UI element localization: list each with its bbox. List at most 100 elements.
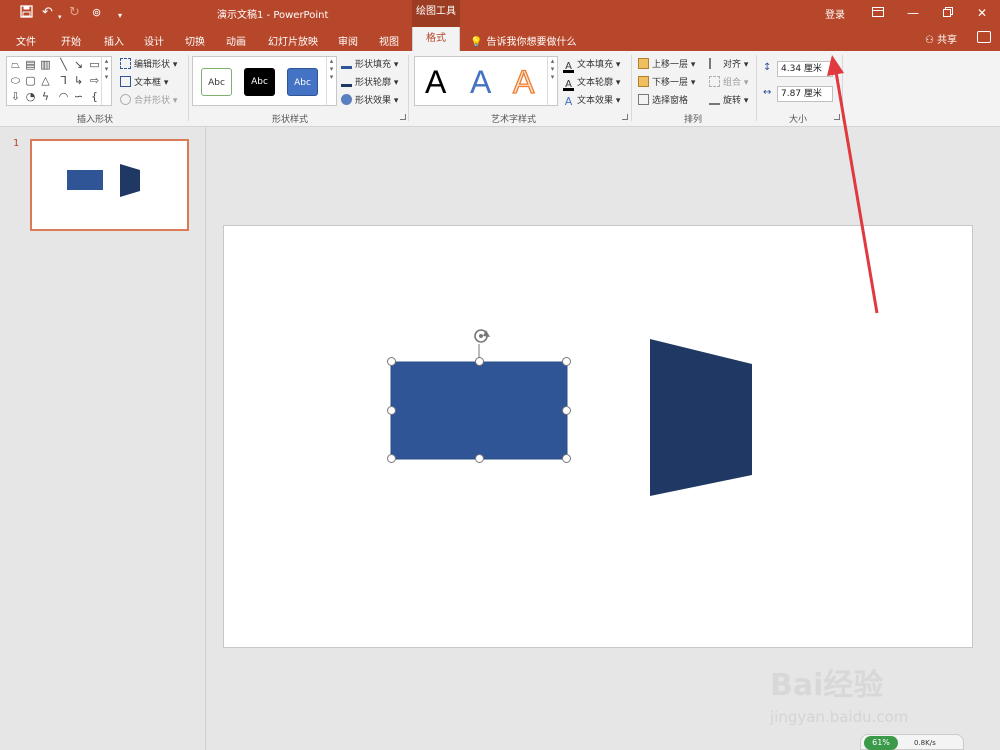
rounded-rectangle-shape-icon[interactable]: ▢: [24, 74, 37, 87]
tab-design[interactable]: 设计: [144, 33, 164, 48]
title-bar: ↶ ▾ ↻ ⊚ ▾ 演示文稿1 - PowerPoint 绘图工具 登录 — ✕: [0, 0, 1000, 27]
drawing-tools-label: 绘图工具: [412, 0, 460, 27]
merge-shapes-icon: [120, 94, 131, 105]
shape-fill-button[interactable]: 形状填充 ▾: [341, 57, 398, 70]
resize-handle-bottom[interactable]: [475, 454, 484, 463]
tab-format[interactable]: 格式: [412, 27, 460, 52]
shape-style-preset-2[interactable]: Abc: [244, 68, 275, 96]
shape-style-preset-3[interactable]: Abc: [287, 68, 318, 96]
slide-thumbnail[interactable]: [30, 139, 189, 231]
bring-forward-button[interactable]: 上移一层 ▾: [638, 57, 695, 70]
wordart-preset-black[interactable]: A: [425, 62, 446, 102]
line-shape-icon[interactable]: ╲: [57, 58, 70, 71]
resize-handle-top[interactable]: [475, 357, 484, 366]
tab-slideshow[interactable]: 幻灯片放映: [268, 33, 318, 48]
slide-canvas[interactable]: [223, 225, 973, 648]
shape-style-preset-1[interactable]: Abc: [201, 68, 232, 96]
teardrop-shape-icon[interactable]: ◔: [24, 90, 37, 103]
shape-height-input[interactable]: 4.34 厘米: [777, 61, 833, 77]
elbow-connector-shape-icon[interactable]: ᒣ: [57, 74, 70, 87]
login-button[interactable]: 登录: [825, 6, 845, 21]
align-button[interactable]: 对齐 ▾: [709, 57, 748, 70]
wordart-launcher-icon[interactable]: [622, 114, 628, 120]
trapezoid-shape[interactable]: [650, 339, 752, 496]
text-box-button[interactable]: 文本框 ▾: [120, 75, 168, 88]
wordart-styles-gallery[interactable]: A A A ▴ ▾ ▾: [414, 56, 558, 106]
shape-styles-gallery[interactable]: Abc Abc Abc ▴ ▾ ▾: [192, 56, 337, 106]
arrange-group-label: 排列: [684, 115, 703, 125]
selected-rectangle-shape[interactable]: [390, 361, 568, 460]
shape-styles-group-label: 形状样式: [272, 115, 309, 125]
textbox-shape-icon[interactable]: ▤: [24, 58, 37, 71]
edit-shape-button[interactable]: 编辑形状 ▾: [120, 57, 177, 70]
curve-shape-icon[interactable]: ∽: [72, 90, 85, 103]
lightbulb-icon: 💡: [470, 37, 483, 48]
resize-handle-left[interactable]: [387, 406, 396, 415]
size-launcher-icon[interactable]: [834, 114, 840, 120]
wordart-preset-orange[interactable]: A: [512, 62, 535, 102]
restore-icon[interactable]: [938, 4, 958, 22]
rectangle-shape-icon[interactable]: ▭: [88, 58, 101, 71]
elbow-arrow-shape-icon[interactable]: ↳: [72, 74, 85, 87]
lightning-shape-icon[interactable]: ϟ: [39, 90, 52, 103]
resize-handle-bottom-right[interactable]: [562, 454, 571, 463]
triangle-shape-icon[interactable]: △: [39, 74, 52, 87]
customize-toolbar-icon[interactable]: ▾: [118, 8, 122, 24]
down-arrow-shape-icon[interactable]: ⇩: [9, 90, 22, 103]
shape-styles-scroll[interactable]: ▴ ▾ ▾: [326, 57, 336, 105]
ribbon-display-options-icon[interactable]: [868, 4, 888, 22]
text-effects-button[interactable]: A 文本效果 ▾: [563, 93, 621, 107]
wordart-scroll[interactable]: ▴ ▾ ▾: [547, 57, 557, 105]
resize-handle-right[interactable]: [562, 406, 571, 415]
undo-icon[interactable]: ↶: [42, 5, 53, 21]
align-icon: [709, 58, 720, 69]
start-slideshow-icon[interactable]: ⊚: [92, 5, 101, 21]
person-icon: ⚇: [925, 35, 934, 46]
resize-handle-top-right[interactable]: [562, 357, 571, 366]
tab-animations[interactable]: 动画: [226, 33, 246, 48]
shape-styles-launcher-icon[interactable]: [400, 114, 406, 120]
rotate-button[interactable]: 旋转 ▾: [709, 93, 748, 106]
rotation-handle-icon[interactable]: [474, 329, 490, 343]
group-icon: [709, 76, 720, 87]
send-backward-button[interactable]: 下移一层 ▾: [638, 75, 695, 88]
arrow-line-shape-icon[interactable]: ↘: [72, 58, 85, 71]
arc-shape-icon[interactable]: ◠: [57, 90, 70, 103]
tab-insert[interactable]: 插入: [104, 33, 124, 48]
comment-icon[interactable]: [977, 31, 991, 43]
text-fill-button[interactable]: A 文本填充 ▾: [563, 57, 620, 73]
tab-transitions[interactable]: 切换: [185, 33, 205, 48]
shape-width-input[interactable]: 7.87 厘米: [777, 86, 833, 102]
bring-forward-icon: [638, 58, 649, 69]
merge-shapes-button[interactable]: 合并形状 ▾: [120, 93, 177, 106]
vertical-textbox-shape-icon[interactable]: ▥: [39, 58, 52, 71]
redo-icon[interactable]: ↻: [69, 5, 80, 21]
close-icon[interactable]: ✕: [972, 4, 992, 22]
tray-percent: 61%: [864, 736, 898, 750]
tell-me-search[interactable]: 💡 告诉我你想要做什么: [470, 33, 576, 48]
text-outline-button[interactable]: A 文本轮廓 ▾: [563, 75, 620, 91]
shapes-gallery-scroll[interactable]: ▴ ▾ ▾: [101, 57, 111, 105]
wordart-preset-blue[interactable]: A: [470, 62, 491, 102]
minimize-icon[interactable]: —: [903, 4, 923, 22]
group-button[interactable]: 组合 ▾: [709, 75, 748, 88]
resize-handle-bottom-left[interactable]: [387, 454, 396, 463]
tab-home[interactable]: 开始: [61, 33, 81, 48]
shape-effects-button[interactable]: 形状效果 ▾: [341, 93, 398, 106]
oval-shape-icon[interactable]: ⬭: [9, 74, 22, 87]
tab-file[interactable]: 文件: [16, 33, 36, 48]
save-icon[interactable]: [20, 5, 33, 23]
brace-shape-icon[interactable]: {: [88, 90, 101, 103]
share-button[interactable]: ⚇ 共享: [925, 31, 957, 46]
document-title: 演示文稿1 - PowerPoint: [217, 10, 329, 21]
shapes-gallery[interactable]: ⏢ ▤ ▥ ╲ ↘ ▭ ⬭ ▢ △ ᒣ ↳ ⇨ ⇩ ◔ ϟ ◠ ∽ { ▴ ▾ ▾: [6, 56, 112, 106]
selection-pane-button[interactable]: 选择窗格: [638, 93, 688, 106]
shape-outline-button[interactable]: 形状轮廓 ▾: [341, 75, 398, 88]
trapezoid-shape-icon[interactable]: ⏢: [9, 58, 22, 71]
share-label: 共享: [936, 35, 957, 46]
right-arrow-shape-icon[interactable]: ⇨: [88, 74, 101, 87]
undo-dropdown-icon[interactable]: ▾: [58, 9, 62, 25]
tab-review[interactable]: 审阅: [338, 33, 358, 48]
tab-view[interactable]: 视图: [379, 33, 399, 48]
resize-handle-top-left[interactable]: [387, 357, 396, 366]
